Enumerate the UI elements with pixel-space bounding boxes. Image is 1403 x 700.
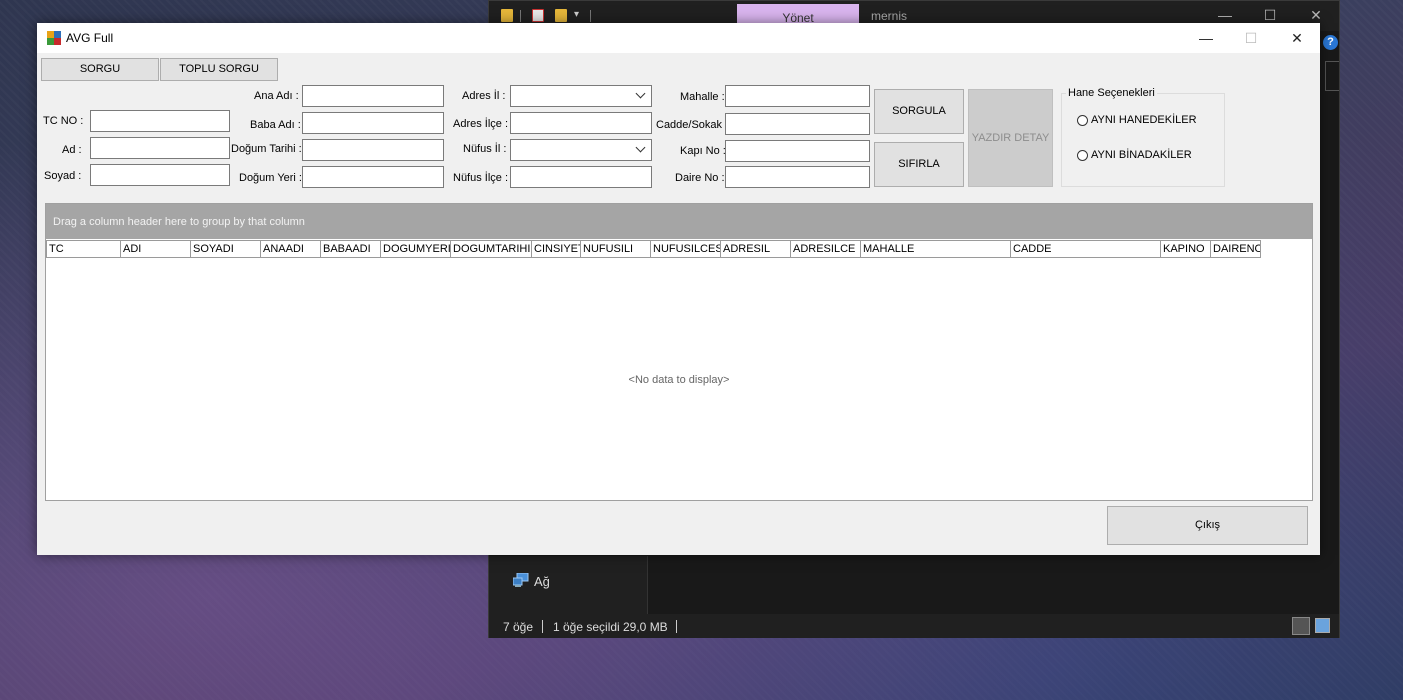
nufus-il-select[interactable]	[510, 139, 652, 161]
no-data-message: <No data to display>	[628, 374, 730, 386]
nav-item-network[interactable]: Ağ	[534, 574, 550, 589]
window-title: AVG Full	[66, 31, 114, 45]
column-header[interactable]: NUFUSILCESI	[651, 240, 721, 258]
explorer-close-button[interactable]: ✕	[1306, 7, 1326, 24]
column-header[interactable]: DOGUMTARIHI	[451, 240, 532, 258]
avg-full-window: AVG Full — ☐ ✕ SORGU TOPLU SORGU TC NO :…	[37, 23, 1320, 555]
explorer-minimize-button[interactable]: —	[1215, 7, 1235, 23]
radio-label: AYNI BİNADAKİLER	[1091, 149, 1192, 161]
results-grid[interactable]: Drag a column header here to group by th…	[45, 203, 1313, 501]
kapi-no-label: Kapı No :	[680, 145, 726, 157]
column-header[interactable]: CADDE	[1011, 240, 1161, 258]
cadde-sokak-label: Cadde/Sokak :	[656, 119, 729, 131]
tc-no-input[interactable]	[90, 110, 230, 132]
status-separator	[542, 620, 543, 633]
search-box-edge[interactable]	[1325, 61, 1339, 91]
mahalle-label: Mahalle :	[680, 91, 725, 103]
daire-no-label: Daire No :	[675, 172, 725, 184]
column-header[interactable]: CINSIYET	[532, 240, 581, 258]
ad-label: Ad :	[62, 144, 82, 156]
kapi-no-input[interactable]	[725, 140, 870, 162]
chevron-down-icon	[635, 88, 646, 99]
sifirla-button[interactable]: SIFIRLA	[874, 142, 964, 187]
toolbar-separator	[520, 10, 521, 22]
dogum-yeri-label: Doğum Yeri :	[239, 172, 302, 184]
radio-circle-icon[interactable]	[1077, 114, 1088, 126]
ana-adi-label: Ana Adı :	[254, 90, 299, 102]
explorer-maximize-button[interactable]: ☐	[1260, 7, 1280, 24]
column-header[interactable]: ADI	[121, 240, 191, 258]
minimize-button[interactable]: —	[1183, 23, 1229, 53]
soyad-label: Soyad :	[44, 170, 82, 182]
radio-circle-icon[interactable]	[1077, 149, 1088, 161]
daire-no-input[interactable]	[725, 166, 870, 188]
close-button[interactable]: ✕	[1274, 23, 1320, 53]
dogum-tarihi-input[interactable]	[302, 139, 444, 161]
status-separator	[676, 620, 677, 633]
status-item-count: 7 öğe	[503, 620, 534, 634]
radio-label: AYNI HANEDEKİLER	[1091, 114, 1197, 126]
status-size: 29,0 MB	[623, 620, 668, 634]
ad-input[interactable]	[90, 137, 230, 159]
mahalle-input[interactable]	[725, 85, 870, 107]
exit-button[interactable]: Çıkış	[1107, 506, 1308, 545]
new-folder-icon[interactable]	[555, 9, 567, 22]
yazdir-detay-button[interactable]: YAZDIR DETAY	[968, 89, 1053, 187]
chevron-down-icon	[635, 142, 646, 153]
column-header[interactable]: NUFUSILI	[581, 240, 651, 258]
tc-no-label: TC NO :	[43, 115, 84, 127]
adres-ilce-input[interactable]	[510, 112, 652, 134]
nufus-ilce-input[interactable]	[510, 166, 652, 188]
hane-options-group	[1061, 93, 1225, 187]
baba-adi-label: Baba Adı :	[250, 119, 301, 131]
adres-il-label: Adres İl :	[462, 90, 506, 102]
column-header-row: TC ADI SOYADI ANAADI BABAADI DOGUMYERI D…	[46, 240, 1261, 258]
cadde-sokak-input[interactable]	[725, 113, 870, 135]
column-header[interactable]: BABAADI	[321, 240, 381, 258]
help-icon[interactable]: ?	[1323, 35, 1338, 50]
nufus-ilce-label: Nüfus İlçe :	[453, 172, 509, 184]
column-header[interactable]: SOYADI	[191, 240, 261, 258]
maximize-button[interactable]: ☐	[1228, 23, 1274, 53]
network-icon	[513, 573, 529, 587]
radio-ayni-binadakiler[interactable]: AYNI BİNADAKİLER	[1077, 149, 1192, 161]
tab-sorgu[interactable]: SORGU	[41, 58, 159, 81]
nufus-il-label: Nüfus İl :	[463, 143, 507, 155]
navigation-pane: Ağ	[489, 556, 647, 614]
app-logo-icon	[47, 31, 61, 45]
column-header[interactable]: DOGUMYERI	[381, 240, 451, 258]
tab-toplu-sorgu[interactable]: TOPLU SORGU	[160, 58, 278, 81]
explorer-status-bar: 7 öğe 1 öğe seçildi 29,0 MB	[489, 614, 1339, 638]
radio-ayni-hanedekiler[interactable]: AYNI HANEDEKİLER	[1077, 114, 1197, 126]
group-by-panel[interactable]: Drag a column header here to group by th…	[46, 204, 1312, 239]
dogum-tarihi-label: Doğum Tarihi :	[231, 143, 302, 155]
customize-quick-access-icon[interactable]: ▾	[574, 9, 579, 20]
explorer-title: mernis	[871, 9, 908, 23]
column-header[interactable]: DAIRENO	[1211, 240, 1261, 258]
status-selected: 1 öğe seçildi	[553, 620, 620, 634]
details-view-icon[interactable]	[1292, 617, 1310, 635]
properties-icon[interactable]	[532, 9, 544, 22]
column-header[interactable]: TC	[46, 240, 121, 258]
column-header[interactable]: ADRESIL	[721, 240, 791, 258]
adres-il-select[interactable]	[510, 85, 652, 107]
ana-adi-input[interactable]	[302, 85, 444, 107]
pane-divider[interactable]	[647, 556, 648, 614]
dogum-yeri-input[interactable]	[302, 166, 444, 188]
sorgula-button[interactable]: SORGULA	[874, 89, 964, 134]
folder-icon[interactable]	[501, 9, 513, 22]
tiles-view-icon[interactable]	[1315, 618, 1330, 633]
column-header[interactable]: KAPINO	[1161, 240, 1211, 258]
soyad-input[interactable]	[90, 164, 230, 186]
app-titlebar: AVG Full — ☐ ✕	[37, 23, 1320, 53]
hane-options-title: Hane Seçenekleri	[1066, 87, 1157, 99]
column-header[interactable]: ANAADI	[261, 240, 321, 258]
column-header[interactable]: MAHALLE	[861, 240, 1011, 258]
group-by-hint: Drag a column header here to group by th…	[53, 216, 305, 228]
baba-adi-input[interactable]	[302, 112, 444, 134]
toolbar-separator	[590, 10, 591, 22]
adres-ilce-label: Adres İlçe :	[453, 118, 509, 130]
column-header[interactable]: ADRESILCE	[791, 240, 861, 258]
